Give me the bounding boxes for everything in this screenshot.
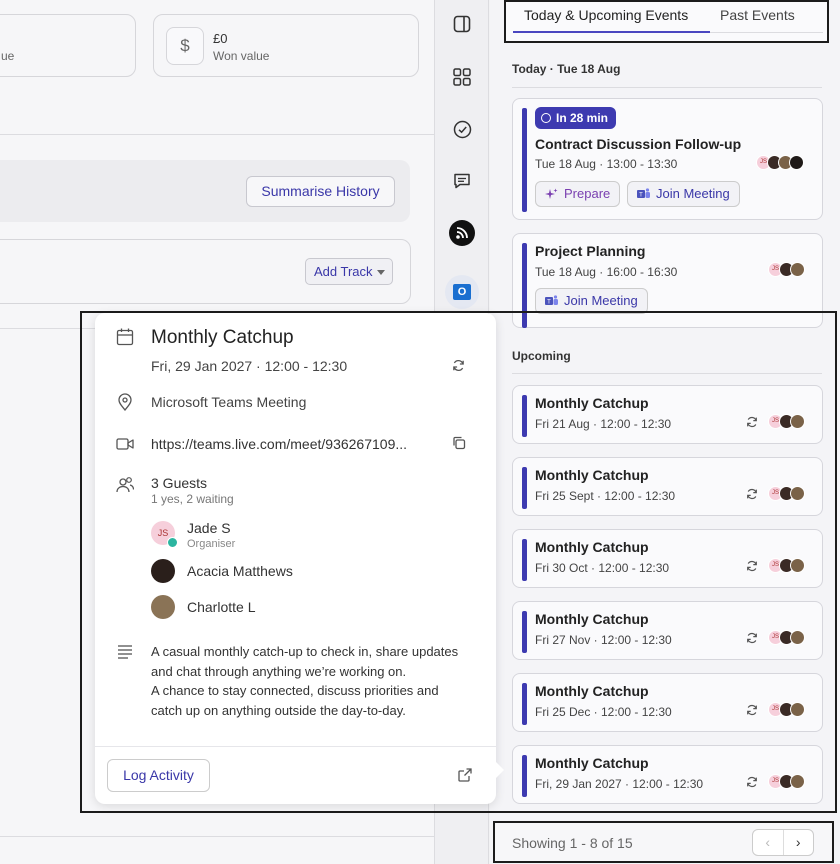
description-line: A casual monthly catch-up to check in, s… [151, 644, 459, 659]
description-icon [118, 645, 132, 659]
external-link-icon[interactable] [458, 768, 472, 782]
chevron-down-icon [376, 270, 385, 276]
dollar-icon: $ [166, 27, 204, 65]
popup-event-title: Monthly Catchup [151, 327, 294, 348]
guests-status: 1 yes, 2 waiting [151, 492, 234, 506]
description-line: catch up on anything outside the day-to-… [151, 702, 406, 718]
stat-card-won-value: $ £0 Won value [153, 14, 419, 77]
pager: ‹ › [752, 829, 814, 856]
time-until-badge: In 28 min [535, 107, 617, 129]
description-line: A chance to stay connected, discuss prio… [151, 683, 439, 698]
rss-icon[interactable] [448, 219, 476, 247]
guests-icon [116, 477, 134, 493]
avatar [790, 262, 805, 277]
chat-icon[interactable] [448, 167, 476, 195]
add-track-label: Add Track [314, 264, 373, 279]
popup-location: Microsoft Teams Meeting [151, 394, 307, 410]
popup-description: A casual monthly catch-up to check in, s… [151, 642, 481, 720]
event-time: Tue 18 Aug · 13:00 - 13:30 [535, 157, 678, 171]
guest-name: Jade S [187, 520, 231, 536]
section-divider [512, 87, 822, 88]
event-time: Tue 18 Aug · 16:00 - 16:30 [535, 265, 678, 279]
apps-grid-icon[interactable] [448, 63, 476, 91]
calendar-icon [116, 328, 134, 346]
badge-label: In 28 min [556, 111, 609, 125]
divider [0, 836, 434, 837]
sparkle-icon [545, 188, 558, 199]
join-meeting-label: Join Meeting [564, 293, 638, 308]
log-activity-button[interactable]: Log Activity [107, 759, 210, 792]
event-title: Contract Discussion Follow-up [535, 136, 742, 152]
showing-count: Showing 1 - 8 of 15 [512, 835, 633, 851]
divider [0, 134, 434, 135]
today-section-label: Today · Tue 18 Aug [512, 62, 621, 76]
stat-left-label: ue [1, 49, 15, 63]
guest-name: Acacia Matthews [187, 563, 293, 579]
location-pin-icon [118, 393, 132, 411]
popup-pointer [495, 761, 504, 779]
summarise-history-button[interactable]: Summarise History [246, 176, 395, 207]
active-tab-indicator [513, 31, 710, 33]
recurring-icon [453, 359, 464, 372]
guests-count: 3 Guests [151, 475, 208, 491]
guest-role: Organiser [187, 538, 236, 550]
stat-card-left: ue [0, 14, 136, 77]
avatar [151, 595, 175, 619]
join-meeting-button[interactable]: T Join Meeting [627, 181, 740, 207]
panel-icon[interactable] [448, 10, 476, 38]
event-title: Project Planning [535, 243, 646, 259]
popup-event-date: Fri, 29 Jan 2027 · 12:00 - 12:30 [151, 358, 348, 374]
teams-icon: T [637, 188, 650, 199]
won-value-label: Won value [213, 49, 270, 63]
event-detail-popup: Monthly Catchup Fri, 29 Jan 2027 · 12:00… [95, 313, 504, 804]
teams-icon: T [545, 295, 558, 306]
pagination-bar: Showing 1 - 8 of 15 ‹ › [493, 821, 834, 863]
tab-divider [710, 32, 823, 33]
description-line: and chat through anything we’re working … [151, 663, 407, 679]
svg-text:T: T [639, 193, 643, 199]
avatar [789, 155, 804, 170]
guest-name: Charlotte L [187, 599, 256, 615]
attendee-avatars: JS [756, 155, 804, 170]
add-track-button[interactable]: Add Track [305, 258, 393, 285]
event-color-bar [522, 108, 527, 212]
tab-past-events[interactable]: Past Events [720, 7, 795, 23]
outlook-icon[interactable]: O [445, 275, 479, 309]
event-card-today[interactable]: In 28 min Contract Discussion Follow-up … [512, 98, 823, 220]
tab-today-upcoming[interactable]: Today & Upcoming Events [524, 7, 688, 23]
copy-icon[interactable] [452, 436, 466, 450]
prev-page-button[interactable]: ‹ [753, 830, 784, 855]
popup-footer-divider [95, 746, 496, 747]
popup-meeting-link[interactable]: https://teams.live.com/meet/936267109... [151, 436, 407, 452]
video-camera-icon [116, 438, 134, 450]
clock-icon [541, 113, 551, 123]
check-circle-icon[interactable] [448, 115, 476, 143]
next-page-button[interactable]: › [784, 830, 814, 855]
svg-text:T: T [547, 300, 551, 306]
accepted-check-icon [167, 537, 178, 548]
avatar [151, 559, 175, 583]
attendee-avatars: JS [768, 262, 805, 277]
events-tabs: Today & Upcoming Events Past Events [504, 0, 829, 43]
prepare-button[interactable]: Prepare [535, 181, 621, 207]
prepare-label: Prepare [564, 186, 611, 201]
outlook-logo: O [453, 284, 471, 300]
won-value-amount: £0 [213, 31, 228, 46]
join-meeting-label: Join Meeting [656, 186, 730, 201]
